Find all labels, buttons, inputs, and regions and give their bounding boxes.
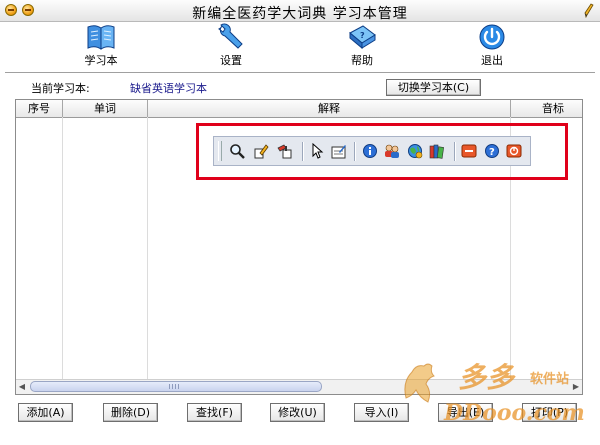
svg-text:?: ? [360, 31, 365, 40]
export-button[interactable]: 导出(E) [438, 403, 493, 422]
column-header-word[interactable]: 单词 [63, 100, 148, 117]
import-button[interactable]: 导入(I) [354, 403, 409, 422]
column-divider [147, 117, 148, 380]
toolbar-help-label: 帮助 [351, 54, 373, 67]
column-header-phonetic[interactable]: 音标 [511, 100, 582, 117]
toolbar-exit-button[interactable]: 退出 [462, 22, 522, 72]
scrollbar-thumb[interactable] [30, 381, 322, 392]
toolbar-settings-label: 设置 [220, 54, 242, 67]
toolbar-divider [5, 72, 595, 74]
find-button[interactable]: 查找(F) [187, 403, 242, 422]
toolbar-book-button[interactable]: 学习本 [71, 22, 131, 72]
current-book-label: 当前学习本: [31, 82, 90, 95]
power-icon [479, 24, 505, 50]
column-divider [62, 117, 63, 380]
column-header-index[interactable]: 序号 [16, 100, 63, 117]
grid-header: 序号 单词 解释 音标 [16, 100, 582, 118]
toolbar-settings-button[interactable]: 设置 [201, 22, 261, 72]
toolbar-book-label: 学习本 [84, 54, 118, 67]
switch-book-button[interactable]: 切换学习本(C) [386, 79, 481, 96]
help-book-icon: ? [349, 25, 376, 50]
highlight-box [196, 123, 568, 180]
title-bar: 新编全医药学大词典 学习本管理 [0, 0, 600, 22]
delete-button[interactable]: 删除(D) [103, 403, 158, 422]
app-window: 新编全医药学大词典 学习本管理 学习本 设置 ? 帮助 退出 当前学习本: 缺省… [0, 0, 600, 445]
scroll-left-arrow-icon[interactable]: ◀ [16, 381, 28, 393]
book-icon [87, 25, 115, 50]
print-button[interactable]: 打印(P) [522, 403, 577, 422]
modify-button[interactable]: 修改(U) [270, 403, 325, 422]
current-book-value: 缺省英语学习本 [130, 82, 207, 95]
window-title: 新编全医药学大词典 学习本管理 [192, 6, 408, 22]
add-button[interactable]: 添加(A) [18, 403, 73, 422]
wrench-icon [218, 23, 243, 49]
scroll-right-arrow-icon[interactable]: ▶ [570, 381, 582, 393]
toolbar-exit-label: 退出 [481, 54, 503, 67]
column-header-meaning[interactable]: 解释 [148, 100, 511, 117]
horizontal-scrollbar[interactable]: ◀ ▶ [16, 379, 582, 394]
toolbar-help-button[interactable]: ? 帮助 [332, 22, 392, 72]
pencil-icon[interactable] [584, 3, 594, 18]
main-toolbar: 学习本 设置 ? 帮助 退出 [0, 22, 600, 72]
